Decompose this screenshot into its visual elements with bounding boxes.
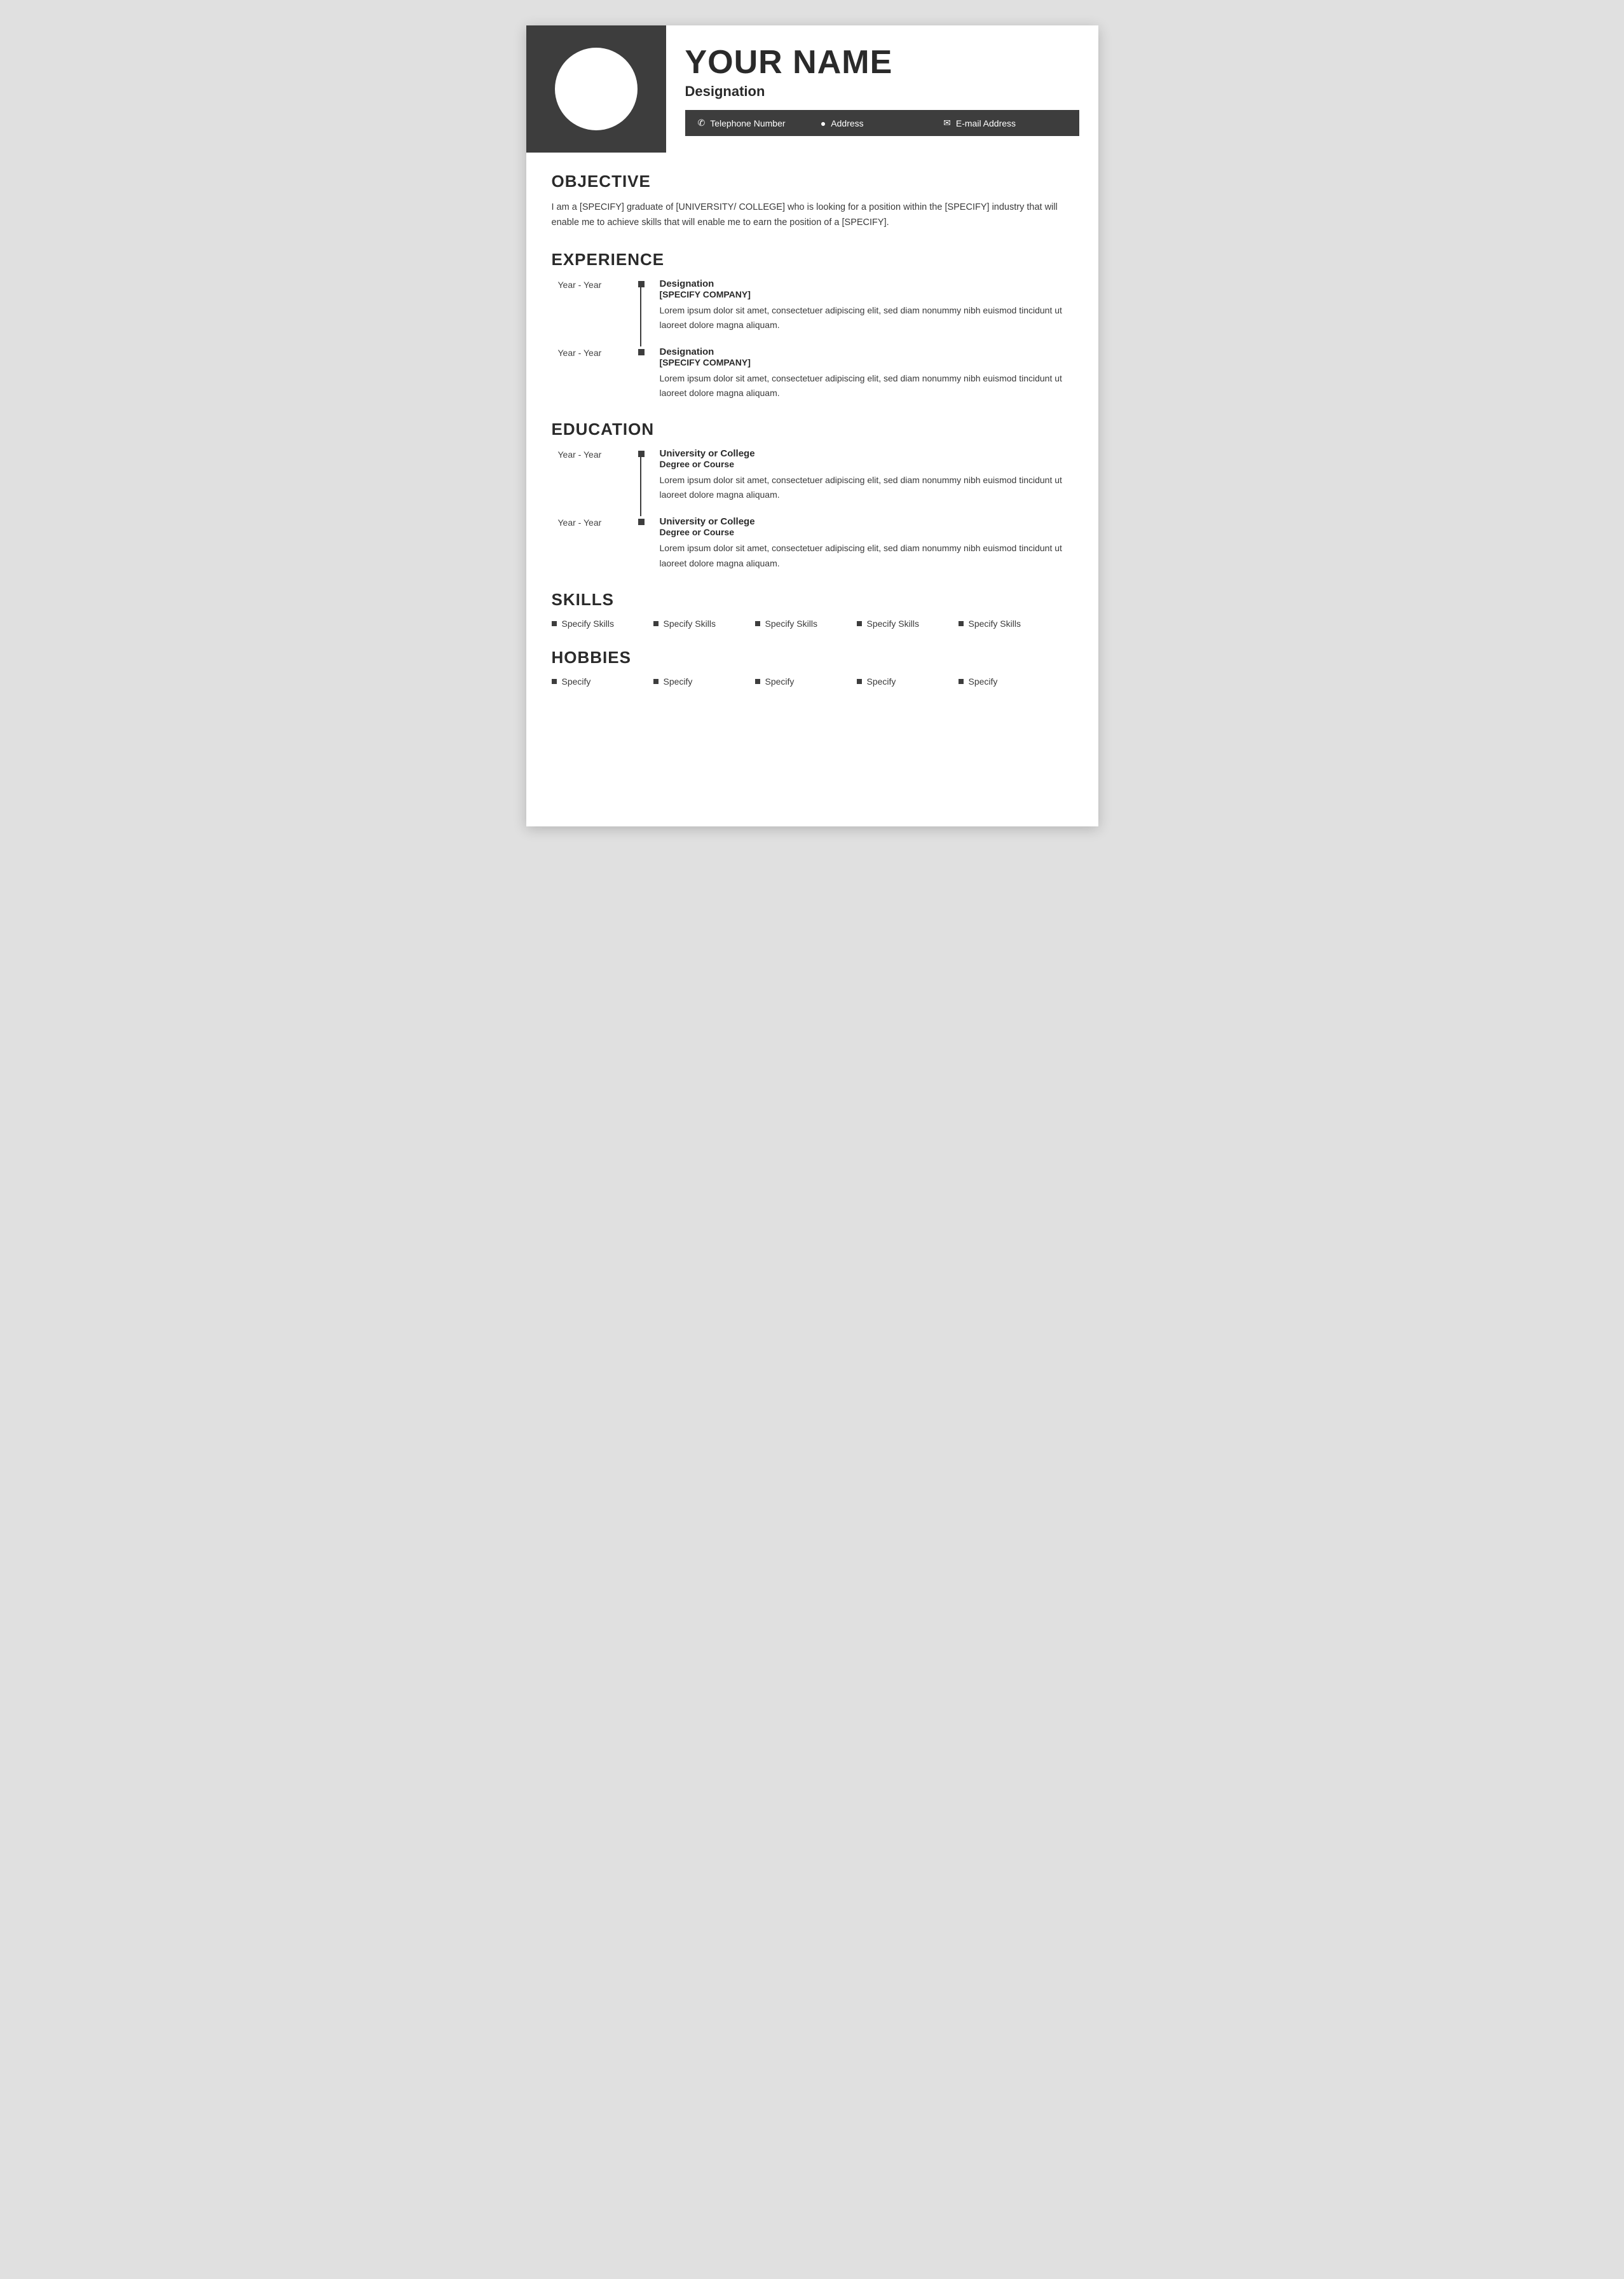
hobby-item: Specify xyxy=(552,676,653,687)
hobby-item: Specify xyxy=(653,676,755,687)
education-item-2-degree: Degree or Course xyxy=(660,527,1073,537)
hobby-item: Specify xyxy=(959,676,1060,687)
skill-label: Specify Skills xyxy=(562,619,614,629)
resume-page: YOUR NAME Designation ✆ Telephone Number… xyxy=(526,25,1098,826)
timeline-dot-1 xyxy=(638,281,645,287)
experience-item-2: Year - Year Designation [SPECIFY COMPANY… xyxy=(558,346,1073,400)
skill-item: Specify Skills xyxy=(653,619,755,629)
timeline-dot-2 xyxy=(638,349,645,355)
header-name: YOUR NAME xyxy=(685,44,1079,81)
email-icon: ✉ xyxy=(943,118,951,128)
education-item-2: Year - Year University or College Degree… xyxy=(558,516,1073,570)
experience-item-1-role: Designation xyxy=(660,278,1073,289)
education-item-1: Year - Year University or College Degree… xyxy=(558,448,1073,502)
hobbies-title: HOBBIES xyxy=(552,648,1073,667)
bullet-icon xyxy=(857,621,862,626)
experience-item-2-desc: Lorem ipsum dolor sit amet, consectetuer… xyxy=(660,371,1073,400)
objective-title: OBJECTIVE xyxy=(552,172,1073,191)
header-photo-block xyxy=(526,25,666,153)
edu-timeline-dot-1 xyxy=(638,451,645,457)
objective-section: OBJECTIVE I am a [SPECIFY] graduate of [… xyxy=(552,172,1073,231)
contact-email-text: E-mail Address xyxy=(956,118,1016,128)
education-title: EDUCATION xyxy=(552,420,1073,439)
hobby-label: Specify xyxy=(969,676,998,687)
experience-item-1-desc: Lorem ipsum dolor sit amet, consectetuer… xyxy=(660,303,1073,332)
education-item-2-desc: Lorem ipsum dolor sit amet, consectetuer… xyxy=(660,541,1073,570)
experience-item-1-right: Designation [SPECIFY COMPANY] Lorem ipsu… xyxy=(660,278,1073,332)
edu-timeline-dot-2 xyxy=(638,519,645,525)
bullet-icon xyxy=(959,621,964,626)
location-icon: ● xyxy=(821,118,826,128)
header-designation: Designation xyxy=(685,83,1079,100)
skill-item: Specify Skills xyxy=(552,619,653,629)
objective-text: I am a [SPECIFY] graduate of [UNIVERSITY… xyxy=(552,200,1073,231)
education-item-2-years: Year - Year xyxy=(558,517,641,528)
education-item-1-desc: Lorem ipsum dolor sit amet, consectetuer… xyxy=(660,473,1073,502)
experience-title: EXPERIENCE xyxy=(552,250,1073,270)
skills-list: Specify Skills Specify Skills Specify Skil… xyxy=(552,619,1073,629)
education-item-1-school: University or College xyxy=(660,448,1073,459)
bullet-icon xyxy=(857,679,862,684)
hobby-label: Specify xyxy=(765,676,795,687)
experience-item-1-company: [SPECIFY COMPANY] xyxy=(660,289,1073,299)
bullet-icon xyxy=(755,679,760,684)
education-item-2-school: University or College xyxy=(660,516,1073,527)
contact-address-text: Address xyxy=(831,118,863,128)
education-item-1-right: University or College Degree or Course L… xyxy=(660,448,1073,502)
bullet-icon xyxy=(755,621,760,626)
timeline-line-1 xyxy=(640,287,641,346)
education-section: EDUCATION Year - Year University or Coll… xyxy=(552,420,1073,570)
education-item-1-degree: Degree or Course xyxy=(660,459,1073,469)
hobby-item: Specify xyxy=(857,676,959,687)
phone-icon: ✆ xyxy=(698,118,706,128)
experience-item-1-left: Year - Year xyxy=(558,278,641,332)
skill-label: Specify Skills xyxy=(867,619,919,629)
education-item-1-left: Year - Year xyxy=(558,448,641,502)
hobbies-list: Specify Specify Specify Specify Specify xyxy=(552,676,1073,687)
skill-item: Specify Skills xyxy=(857,619,959,629)
experience-item-1: Year - Year Designation [SPECIFY COMPANY… xyxy=(558,278,1073,332)
skills-title: SKILLS xyxy=(552,590,1073,610)
experience-item-1-years: Year - Year xyxy=(558,280,641,290)
experience-item-2-role: Designation xyxy=(660,346,1073,357)
contact-phone-text: Telephone Number xyxy=(710,118,785,128)
header-info: YOUR NAME Designation ✆ Telephone Number… xyxy=(666,25,1098,153)
contact-bar: ✆ Telephone Number ● Address ✉ E-mail Ad… xyxy=(685,110,1079,136)
experience-item-2-years: Year - Year xyxy=(558,348,641,358)
skills-section: SKILLS Specify SkillsSpecify SkillsSpeci… xyxy=(552,590,1073,629)
education-item-1-years: Year - Year xyxy=(558,449,641,460)
bullet-icon xyxy=(552,621,557,626)
bullet-icon xyxy=(959,679,964,684)
contact-email: ✉ E-mail Address xyxy=(943,118,1066,128)
skill-item: Specify Skills xyxy=(959,619,1060,629)
resume-header: YOUR NAME Designation ✆ Telephone Number… xyxy=(526,25,1098,153)
hobby-label: Specify xyxy=(664,676,693,687)
bullet-icon xyxy=(653,679,658,684)
contact-phone: ✆ Telephone Number xyxy=(698,118,821,128)
contact-address: ● Address xyxy=(821,118,943,128)
skill-label: Specify Skills xyxy=(969,619,1021,629)
bullet-icon xyxy=(653,621,658,626)
hobby-item: Specify xyxy=(755,676,857,687)
skill-label: Specify Skills xyxy=(664,619,716,629)
education-item-2-left: Year - Year xyxy=(558,516,641,570)
experience-timeline: Year - Year Designation [SPECIFY COMPANY… xyxy=(558,278,1073,400)
hobby-label: Specify xyxy=(562,676,591,687)
experience-section: EXPERIENCE Year - Year Designation [SPEC… xyxy=(552,250,1073,400)
bullet-icon xyxy=(552,679,557,684)
hobby-label: Specify xyxy=(867,676,896,687)
hobbies-section: HOBBIES SpecifySpecifySpecifySpecifySpec… xyxy=(552,648,1073,687)
education-timeline: Year - Year University or College Degree… xyxy=(558,448,1073,570)
education-item-2-right: University or College Degree or Course L… xyxy=(660,516,1073,570)
skill-item: Specify Skills xyxy=(755,619,857,629)
edu-timeline-line-1 xyxy=(640,457,641,516)
skill-label: Specify Skills xyxy=(765,619,817,629)
profile-photo xyxy=(555,48,638,130)
resume-body: OBJECTIVE I am a [SPECIFY] graduate of [… xyxy=(526,153,1098,725)
experience-item-2-right: Designation [SPECIFY COMPANY] Lorem ipsu… xyxy=(660,346,1073,400)
experience-item-2-left: Year - Year xyxy=(558,346,641,400)
experience-item-2-company: [SPECIFY COMPANY] xyxy=(660,357,1073,367)
